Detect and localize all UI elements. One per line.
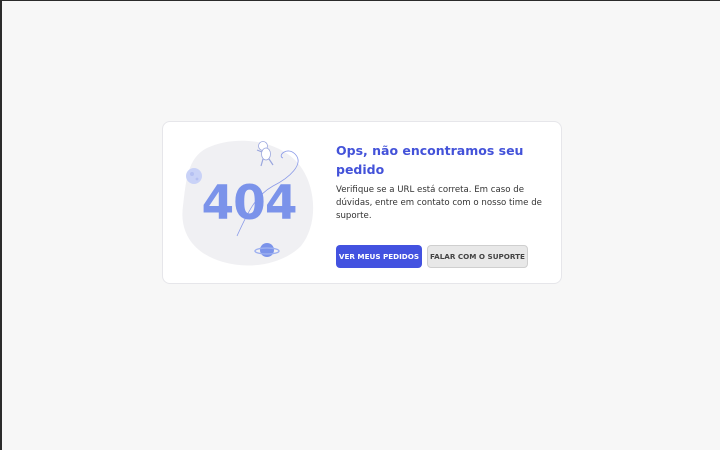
error-code: 404 — [201, 176, 297, 231]
error-description: Verifique se a URL está correta. Em caso… — [336, 185, 542, 221]
error-card: 404 Ops, não encontramos seu pedido Veri… — [162, 121, 562, 284]
view-orders-button[interactable]: VER MEUS PEDIDOS — [336, 245, 422, 268]
error-title: Ops, não encontramos seu pedido — [336, 143, 524, 177]
contact-support-button[interactable]: FALAR COM O SUPORTE — [427, 245, 528, 268]
error-illustration: 404 — [177, 134, 317, 274]
